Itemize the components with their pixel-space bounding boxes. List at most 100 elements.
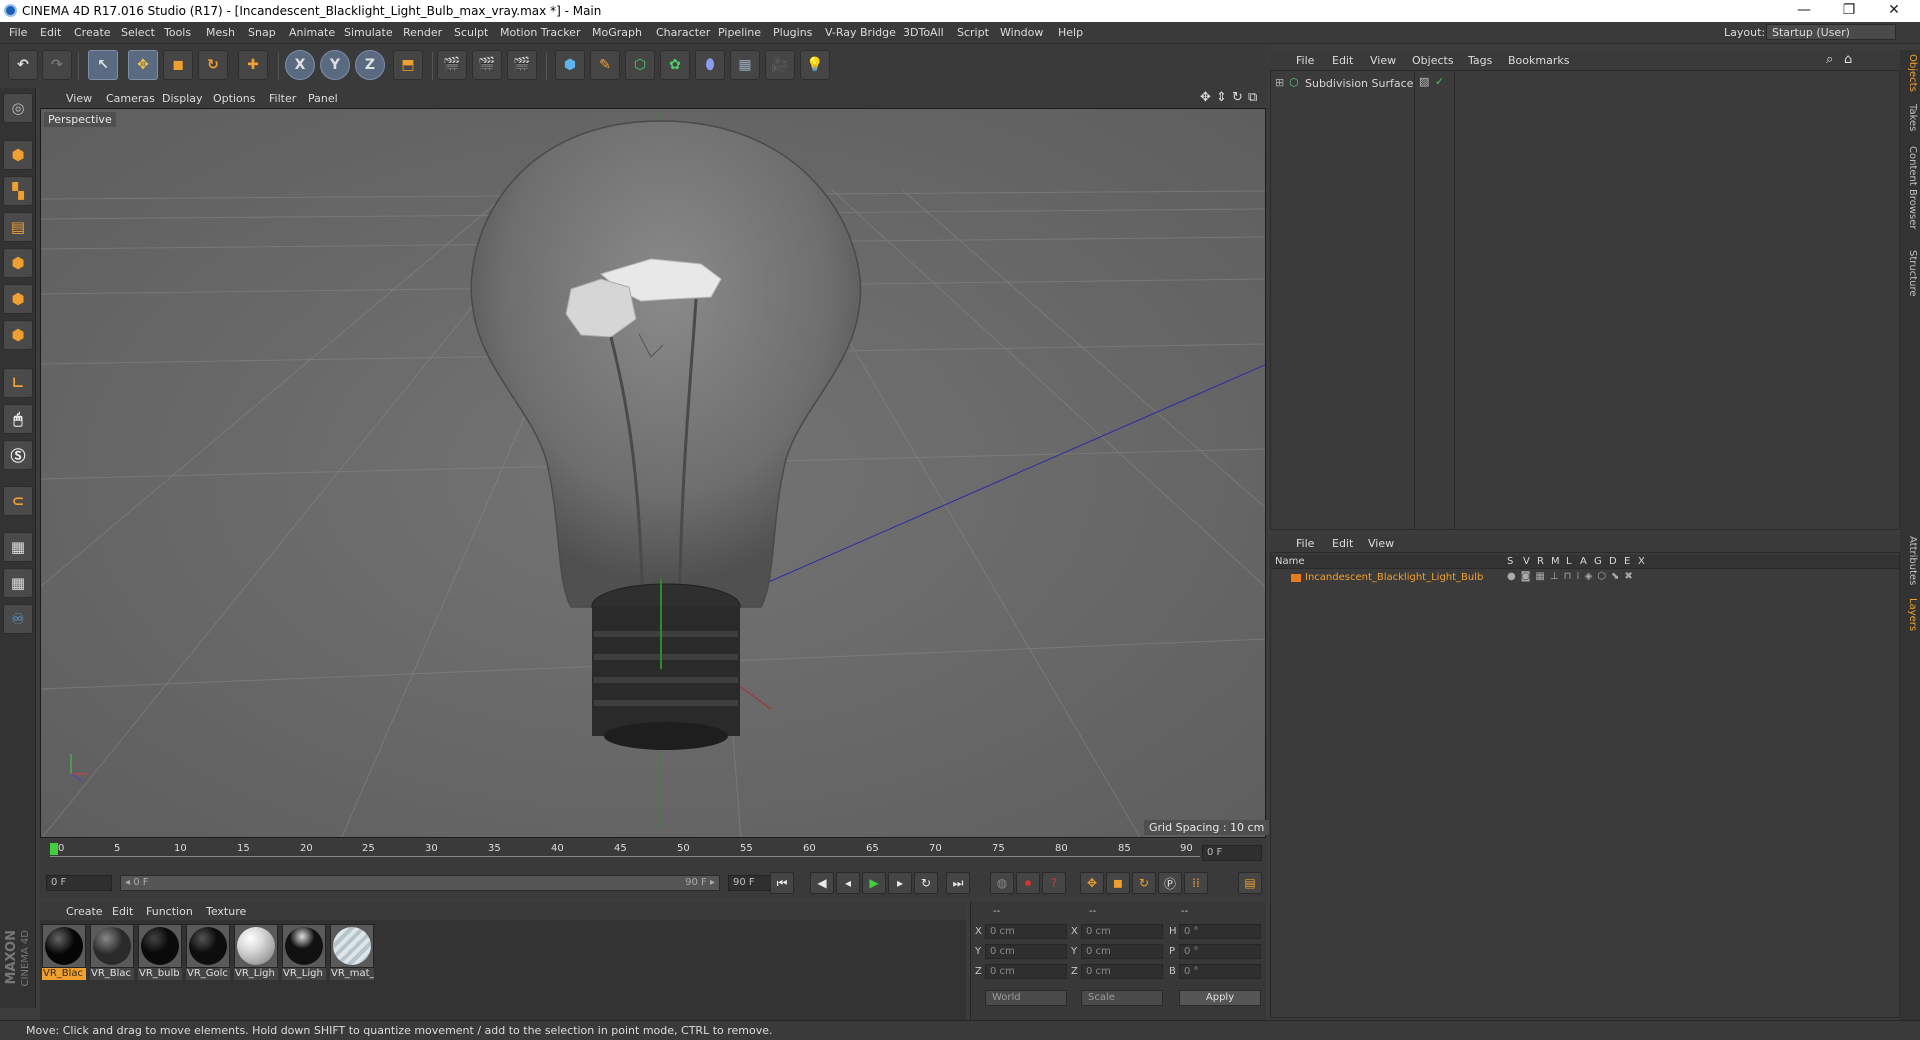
workplane-align-button[interactable]: ▦ xyxy=(3,568,33,598)
layer-menu-view[interactable]: View xyxy=(1368,537,1394,550)
expand-icon[interactable]: ⊞ xyxy=(1275,76,1284,89)
go-to-start-button[interactable]: ⏮ xyxy=(770,872,794,894)
tab-takes[interactable]: Takes xyxy=(1902,104,1918,131)
next-key-button[interactable]: ↻ xyxy=(914,872,938,894)
size-z-field[interactable]: 0 cm xyxy=(1081,964,1163,979)
material-menu-create[interactable]: Create xyxy=(66,905,103,918)
position-x-field[interactable]: 0 cm xyxy=(985,924,1067,939)
previous-frame-button[interactable]: ◂ xyxy=(836,872,860,894)
viewport-menu-display[interactable]: Display xyxy=(162,92,203,105)
viewport-menu-panel[interactable]: Panel xyxy=(308,92,338,105)
material-swatch[interactable]: VR_Golc xyxy=(186,924,230,980)
play-button[interactable]: ▶ xyxy=(862,872,886,894)
subdivision-button[interactable]: ⬡ xyxy=(625,50,655,80)
model-mode-button[interactable]: ⬢ xyxy=(3,140,33,170)
layer-row[interactable]: Incandescent_Blacklight_Light_Bulb ●◙▦⊥⊓… xyxy=(1271,571,1899,585)
menu-help[interactable]: Help xyxy=(1058,26,1083,39)
timeline-ruler[interactable]: 0 5 10 15 20 25 30 35 40 45 50 55 60 65 … xyxy=(40,840,1266,868)
camera-button[interactable]: 🎥 xyxy=(765,50,795,80)
restore-button[interactable]: ❐ xyxy=(1829,2,1869,18)
solo-button[interactable]: Ⓢ xyxy=(3,440,33,470)
object-menu-view[interactable]: View xyxy=(1370,54,1396,67)
keyframe-selection-button[interactable]: ◍ xyxy=(990,872,1014,894)
layout-dropdown[interactable]: Startup (User) xyxy=(1766,24,1896,40)
layer-menu-edit[interactable]: Edit xyxy=(1332,537,1353,550)
key-rotation-button[interactable]: ↻ xyxy=(1132,872,1156,894)
workplane-mode-button[interactable]: ▤ xyxy=(3,212,33,242)
position-y-field[interactable]: 0 cm xyxy=(985,944,1067,959)
record-button[interactable]: ⏺ xyxy=(1016,872,1040,894)
cloner-button[interactable]: ✿ xyxy=(660,50,690,80)
material-swatch[interactable]: VR_Blac xyxy=(42,924,86,980)
tab-content-browser[interactable]: Content Browser xyxy=(1902,146,1918,229)
points-mode-button[interactable]: ⬢ xyxy=(3,248,33,278)
viewport-move-icon[interactable]: ✥ xyxy=(1200,90,1211,105)
rotate-tool-button[interactable]: ↻ xyxy=(198,50,228,80)
python-button[interactable]: ♾ xyxy=(3,604,33,634)
viewport-zoom-icon[interactable]: ⇕ xyxy=(1216,90,1227,105)
timeline-window-button[interactable]: ▤ xyxy=(1238,872,1262,894)
apply-button[interactable]: Apply xyxy=(1179,990,1261,1006)
tab-attributes[interactable]: Attributes xyxy=(1902,536,1918,585)
tab-layers[interactable]: Layers xyxy=(1902,598,1918,631)
object-menu-tags[interactable]: Tags xyxy=(1468,54,1492,67)
menu-vray-bridge[interactable]: V-Ray Bridge xyxy=(825,26,896,39)
tab-objects[interactable]: Objects xyxy=(1902,54,1918,92)
layer-menu-file[interactable]: File xyxy=(1296,537,1314,550)
menu-select[interactable]: Select xyxy=(121,26,155,39)
size-y-field[interactable]: 0 cm xyxy=(1081,944,1163,959)
material-menu-function[interactable]: Function xyxy=(146,905,193,918)
menu-render[interactable]: Render xyxy=(403,26,442,39)
coordinate-space-dropdown[interactable]: World xyxy=(985,990,1067,1006)
workplane-lock-button[interactable]: ▦ xyxy=(3,532,33,562)
next-frame-button[interactable]: ▸ xyxy=(888,872,912,894)
close-button[interactable]: ✕ xyxy=(1874,2,1914,18)
search-icon[interactable]: ⌕ xyxy=(1826,52,1833,67)
enabled-check-icon[interactable]: ✓ xyxy=(1435,75,1444,88)
axis-mode-button[interactable]: ∟ xyxy=(3,368,33,398)
render-view-button[interactable]: 🎬 xyxy=(437,50,467,80)
material-swatch[interactable]: VR_Blac xyxy=(90,924,134,980)
minimize-button[interactable]: — xyxy=(1784,2,1824,18)
live-selection-button[interactable]: ✚ xyxy=(238,50,268,80)
deformer-button[interactable]: ⬮ xyxy=(695,50,725,80)
material-menu-texture[interactable]: Texture xyxy=(206,905,246,918)
render-settings-button[interactable]: 🎬 xyxy=(507,50,537,80)
menu-tools[interactable]: Tools xyxy=(164,26,191,39)
current-frame-field[interactable]: 0 F xyxy=(1202,845,1262,861)
visibility-toggle-icon[interactable]: ▨ xyxy=(1419,75,1429,88)
range-slider[interactable]: ◂ 0 F 90 F ▸ xyxy=(120,875,720,891)
menu-simulate[interactable]: Simulate xyxy=(344,26,393,39)
menu-character[interactable]: Character xyxy=(656,26,710,39)
scale-tool-button[interactable]: ◼ xyxy=(163,50,193,80)
menu-sculpt[interactable]: Sculpt xyxy=(454,26,488,39)
material-swatch[interactable]: VR_Ligh xyxy=(282,924,326,980)
key-param-button[interactable]: Ⓟ xyxy=(1158,872,1182,894)
y-axis-button[interactable]: Y xyxy=(320,50,350,80)
viewport-menu-cameras[interactable]: Cameras xyxy=(106,92,155,105)
rotation-p-field[interactable]: 0 ° xyxy=(1179,944,1261,959)
edges-mode-button[interactable]: ⬢ xyxy=(3,284,33,314)
key-pla-button[interactable]: ⁞⁞ xyxy=(1184,872,1208,894)
texture-mode-button[interactable]: ▚ xyxy=(3,176,33,206)
light-button[interactable]: 💡 xyxy=(800,50,830,80)
menu-motion-tracker[interactable]: Motion Tracker xyxy=(500,26,580,39)
menu-animate[interactable]: Animate xyxy=(289,26,335,39)
viewport-menu-options[interactable]: Options xyxy=(213,92,255,105)
cube-object-button[interactable]: ⬢ xyxy=(555,50,585,80)
material-swatch[interactable]: VR_mat_ xyxy=(330,924,374,980)
polygons-mode-button[interactable]: ⬢ xyxy=(3,320,33,350)
object-menu-edit[interactable]: Edit xyxy=(1332,54,1353,67)
menu-edit[interactable]: Edit xyxy=(40,26,61,39)
playhead-marker[interactable] xyxy=(50,843,58,855)
z-axis-button[interactable]: Z xyxy=(355,50,385,80)
render-picture-viewer-button[interactable]: 🎬 xyxy=(472,50,502,80)
go-to-end-button[interactable]: ⏭ xyxy=(946,872,970,894)
object-menu-bookmarks[interactable]: Bookmarks xyxy=(1508,54,1569,67)
snap-button[interactable]: ⊂ xyxy=(3,486,33,516)
viewport-3d[interactable] xyxy=(40,108,1266,838)
coordinate-system-button[interactable]: ⬒ xyxy=(393,50,423,80)
pen-spline-button[interactable]: ✎ xyxy=(590,50,620,80)
key-position-button[interactable]: ✥ xyxy=(1080,872,1104,894)
position-z-field[interactable]: 0 cm xyxy=(985,964,1067,979)
